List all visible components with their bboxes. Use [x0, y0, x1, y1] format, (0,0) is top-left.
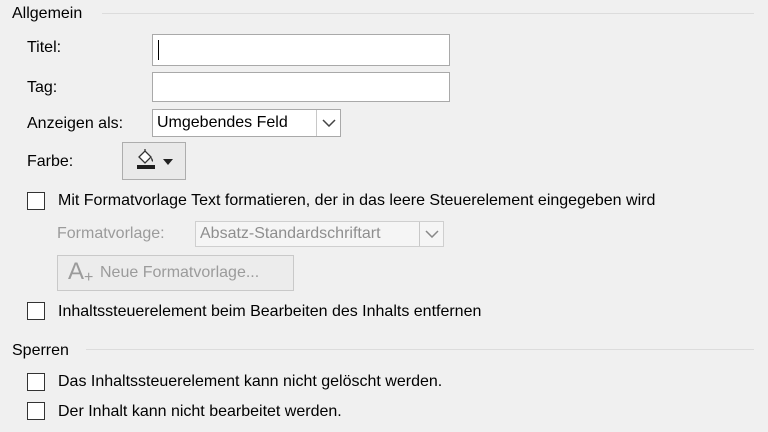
- color-label: Farbe:: [27, 153, 74, 170]
- remove-on-edit-label[interactable]: Inhaltssteuerelement beim Bearbeiten des…: [58, 302, 481, 322]
- style-dropdown[interactable]: Absatz-Standardschriftart: [195, 221, 444, 247]
- chevron-down-icon[interactable]: [419, 222, 443, 246]
- display-as-dropdown[interactable]: Umgebendes Feld: [152, 109, 341, 137]
- chevron-down-icon[interactable]: [316, 110, 340, 136]
- format-with-style-checkbox[interactable]: [27, 192, 45, 210]
- new-style-icon: A +: [68, 258, 94, 286]
- title-input[interactable]: [152, 34, 450, 66]
- no-delete-label[interactable]: Das Inhaltssteuerelement kann nicht gelö…: [58, 372, 442, 392]
- style-value: Absatz-Standardschriftart: [200, 225, 381, 242]
- display-as-value: Umgebendes Feld: [157, 114, 288, 131]
- style-label: Formatvorlage:: [57, 225, 165, 242]
- new-style-button[interactable]: A + Neue Formatvorlage...: [57, 255, 294, 291]
- color-picker-button[interactable]: [122, 142, 186, 180]
- remove-on-edit-checkbox[interactable]: [27, 302, 45, 320]
- group-divider-lock: [86, 349, 754, 350]
- caret-down-icon: [163, 152, 173, 170]
- format-with-style-label[interactable]: Mit Formatvorlage Text formatieren, der …: [58, 191, 655, 211]
- text-caret: [158, 40, 159, 60]
- no-delete-checkbox[interactable]: [27, 373, 45, 391]
- new-style-label: Neue Formatvorlage...: [100, 264, 260, 281]
- section-title-general: Allgemein: [12, 5, 83, 22]
- group-divider-general: [102, 13, 754, 14]
- paint-bucket-icon: [135, 148, 157, 175]
- title-label: Titel:: [27, 39, 62, 56]
- tag-label: Tag:: [27, 79, 58, 96]
- section-title-lock: Sperren: [12, 342, 69, 359]
- tag-input[interactable]: [152, 72, 450, 102]
- display-as-label: Anzeigen als:: [27, 115, 124, 132]
- no-edit-label[interactable]: Der Inhalt kann nicht bearbeitet werden.: [58, 402, 342, 422]
- no-edit-checkbox[interactable]: [27, 402, 45, 420]
